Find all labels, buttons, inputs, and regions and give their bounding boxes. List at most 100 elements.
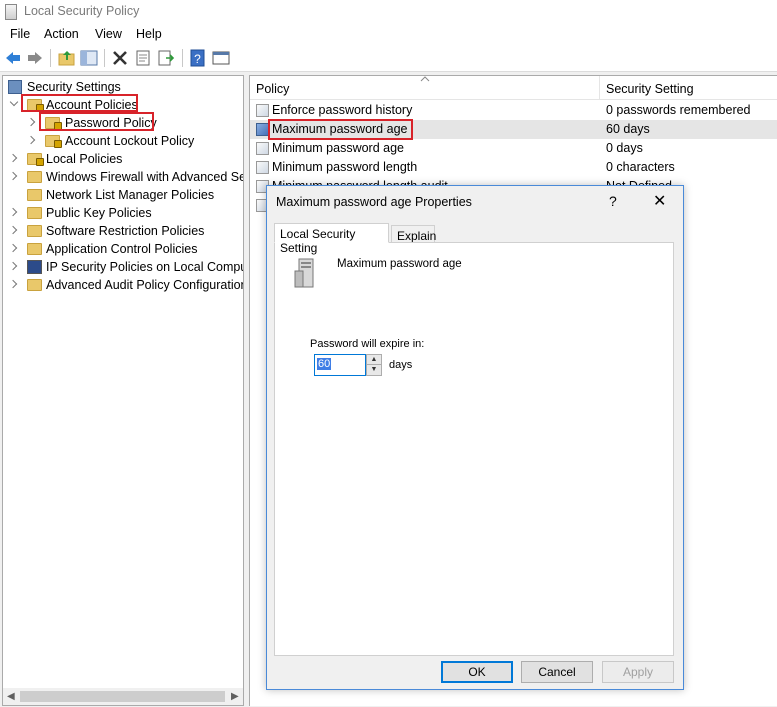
scroll-right-icon[interactable]: ▶ bbox=[231, 691, 239, 702]
policy-setting: 0 passwords remembered bbox=[606, 103, 751, 117]
tree-item-label: Software Restriction Policies bbox=[46, 224, 205, 238]
chevron-right-icon[interactable] bbox=[26, 135, 36, 145]
forward-arrow-icon[interactable] bbox=[26, 49, 44, 67]
days-input[interactable]: 60 bbox=[314, 354, 366, 376]
folder-icon bbox=[27, 171, 42, 183]
back-arrow-icon[interactable] bbox=[4, 49, 22, 67]
tree-item-label: Network List Manager Policies bbox=[46, 188, 215, 202]
policy-name: Enforce password history bbox=[272, 103, 413, 117]
spin-up-icon[interactable]: ▲ bbox=[367, 355, 381, 365]
highlight-box bbox=[268, 119, 413, 140]
tab-explain[interactable]: Explain bbox=[391, 225, 436, 243]
policy-name-label: Maximum password age bbox=[337, 258, 462, 270]
apply-button[interactable]: Apply bbox=[602, 661, 674, 683]
tree-item-label: Local Policies bbox=[46, 152, 123, 166]
tree-item-advanced-audit[interactable]: Advanced Audit Policy Configuration bbox=[3, 276, 243, 294]
chevron-right-icon[interactable] bbox=[8, 171, 18, 181]
properties-icon[interactable] bbox=[134, 49, 152, 67]
tree-item-local-policies[interactable]: Local Policies bbox=[3, 150, 243, 168]
folder-icon bbox=[27, 279, 42, 291]
tree-item-account-lockout-policy[interactable]: Account Lockout Policy bbox=[3, 132, 243, 150]
tree-item-application-control[interactable]: Application Control Policies bbox=[3, 240, 243, 258]
security-settings-icon bbox=[8, 80, 22, 94]
days-spinner[interactable]: ▲ ▼ bbox=[366, 354, 382, 376]
expire-label: Password will expire in: bbox=[310, 338, 425, 350]
chevron-right-icon[interactable] bbox=[8, 207, 18, 217]
policy-setting: 60 days bbox=[606, 122, 650, 136]
help-button[interactable]: ? bbox=[609, 193, 617, 209]
tree-item-label: Application Control Policies bbox=[46, 242, 198, 256]
folder-lock-icon bbox=[45, 135, 62, 148]
console-icon[interactable] bbox=[212, 49, 230, 67]
policy-icon bbox=[256, 104, 269, 117]
policy-setting: 0 days bbox=[606, 141, 643, 155]
chevron-right-icon[interactable] bbox=[8, 279, 18, 289]
export-list-icon[interactable] bbox=[157, 49, 175, 67]
menu-view[interactable]: View bbox=[95, 27, 122, 41]
tree-item-label: Windows Firewall with Advanced Security bbox=[46, 170, 243, 184]
highlight-box bbox=[21, 94, 138, 112]
folder-icon bbox=[27, 225, 42, 237]
toolbar-separator bbox=[182, 49, 183, 67]
policy-row[interactable]: Minimum password length 0 characters bbox=[250, 158, 777, 177]
menu-action[interactable]: Action bbox=[44, 27, 79, 41]
folder-icon bbox=[27, 243, 42, 255]
tree-item-public-key-policies[interactable]: Public Key Policies bbox=[3, 204, 243, 222]
close-icon[interactable]: ✕ bbox=[653, 191, 666, 211]
svg-text:?: ? bbox=[194, 52, 201, 66]
delete-icon[interactable] bbox=[111, 49, 129, 67]
tree-horizontal-scrollbar[interactable]: ◀ ▶ bbox=[3, 688, 243, 705]
cancel-button[interactable]: Cancel bbox=[521, 661, 593, 683]
tab-local-security-setting[interactable]: Local Security Setting bbox=[274, 223, 389, 255]
chevron-right-icon[interactable] bbox=[8, 243, 18, 253]
scroll-left-icon[interactable]: ◀ bbox=[7, 691, 15, 702]
spin-down-icon[interactable]: ▼ bbox=[367, 365, 381, 375]
properties-dialog: Maximum password age Properties ? ✕ Loca… bbox=[266, 185, 684, 690]
folder-icon bbox=[27, 207, 42, 219]
column-header-security-setting[interactable]: Security Setting bbox=[606, 82, 694, 96]
policy-icon bbox=[256, 142, 269, 155]
toolbar-separator bbox=[104, 49, 105, 67]
tree-item-windows-firewall[interactable]: Windows Firewall with Advanced Security bbox=[3, 168, 243, 186]
security-policy-app-icon bbox=[5, 4, 17, 20]
ok-button[interactable]: OK bbox=[441, 661, 513, 683]
toolbar: ? bbox=[0, 44, 777, 72]
sort-ascending-icon bbox=[420, 76, 430, 82]
tab-panel: Maximum password age Password will expir… bbox=[274, 242, 674, 656]
window-title: Local Security Policy bbox=[24, 4, 140, 18]
monitor-icon bbox=[27, 260, 42, 274]
show-hide-tree-icon[interactable] bbox=[80, 49, 98, 67]
server-icon bbox=[294, 258, 314, 288]
tree-item-label: IP Security Policies on Local Computer bbox=[46, 260, 244, 274]
policy-icon bbox=[256, 161, 269, 174]
days-value: 60 bbox=[317, 358, 332, 370]
up-folder-icon[interactable] bbox=[58, 49, 76, 67]
tree-item-network-list-manager[interactable]: Network List Manager Policies bbox=[3, 186, 243, 204]
tree-item-ip-security[interactable]: IP Security Policies on Local Computer bbox=[3, 258, 243, 276]
policy-setting: 0 characters bbox=[606, 160, 675, 174]
tree-item-label: Public Key Policies bbox=[46, 206, 152, 220]
chevron-right-icon[interactable] bbox=[8, 153, 18, 163]
list-header: Policy Security Setting bbox=[250, 76, 777, 100]
chevron-down-icon[interactable] bbox=[9, 97, 19, 107]
chevron-right-icon[interactable] bbox=[8, 225, 18, 235]
menu-file[interactable]: File bbox=[10, 27, 30, 41]
chevron-right-icon[interactable] bbox=[8, 261, 18, 271]
tree-pane: Security Settings Account Policies Passw… bbox=[2, 75, 244, 706]
highlight-box bbox=[39, 112, 154, 131]
folder-icon bbox=[27, 189, 42, 201]
title-bar: Local Security Policy bbox=[0, 0, 777, 24]
help-icon[interactable]: ? bbox=[189, 49, 207, 67]
policy-row[interactable]: Enforce password history 0 passwords rem… bbox=[250, 101, 777, 120]
toolbar-separator bbox=[50, 49, 51, 67]
policy-row[interactable]: Minimum password age 0 days bbox=[250, 139, 777, 158]
policy-name: Minimum password length bbox=[272, 160, 418, 174]
tree-item-software-restriction[interactable]: Software Restriction Policies bbox=[3, 222, 243, 240]
folder-lock-icon bbox=[27, 153, 44, 166]
menu-help[interactable]: Help bbox=[136, 27, 162, 41]
policy-name: Minimum password age bbox=[272, 141, 404, 155]
column-divider[interactable] bbox=[599, 76, 600, 100]
scroll-thumb[interactable] bbox=[20, 691, 225, 702]
column-header-policy[interactable]: Policy bbox=[256, 82, 289, 96]
chevron-right-icon[interactable] bbox=[26, 117, 36, 127]
